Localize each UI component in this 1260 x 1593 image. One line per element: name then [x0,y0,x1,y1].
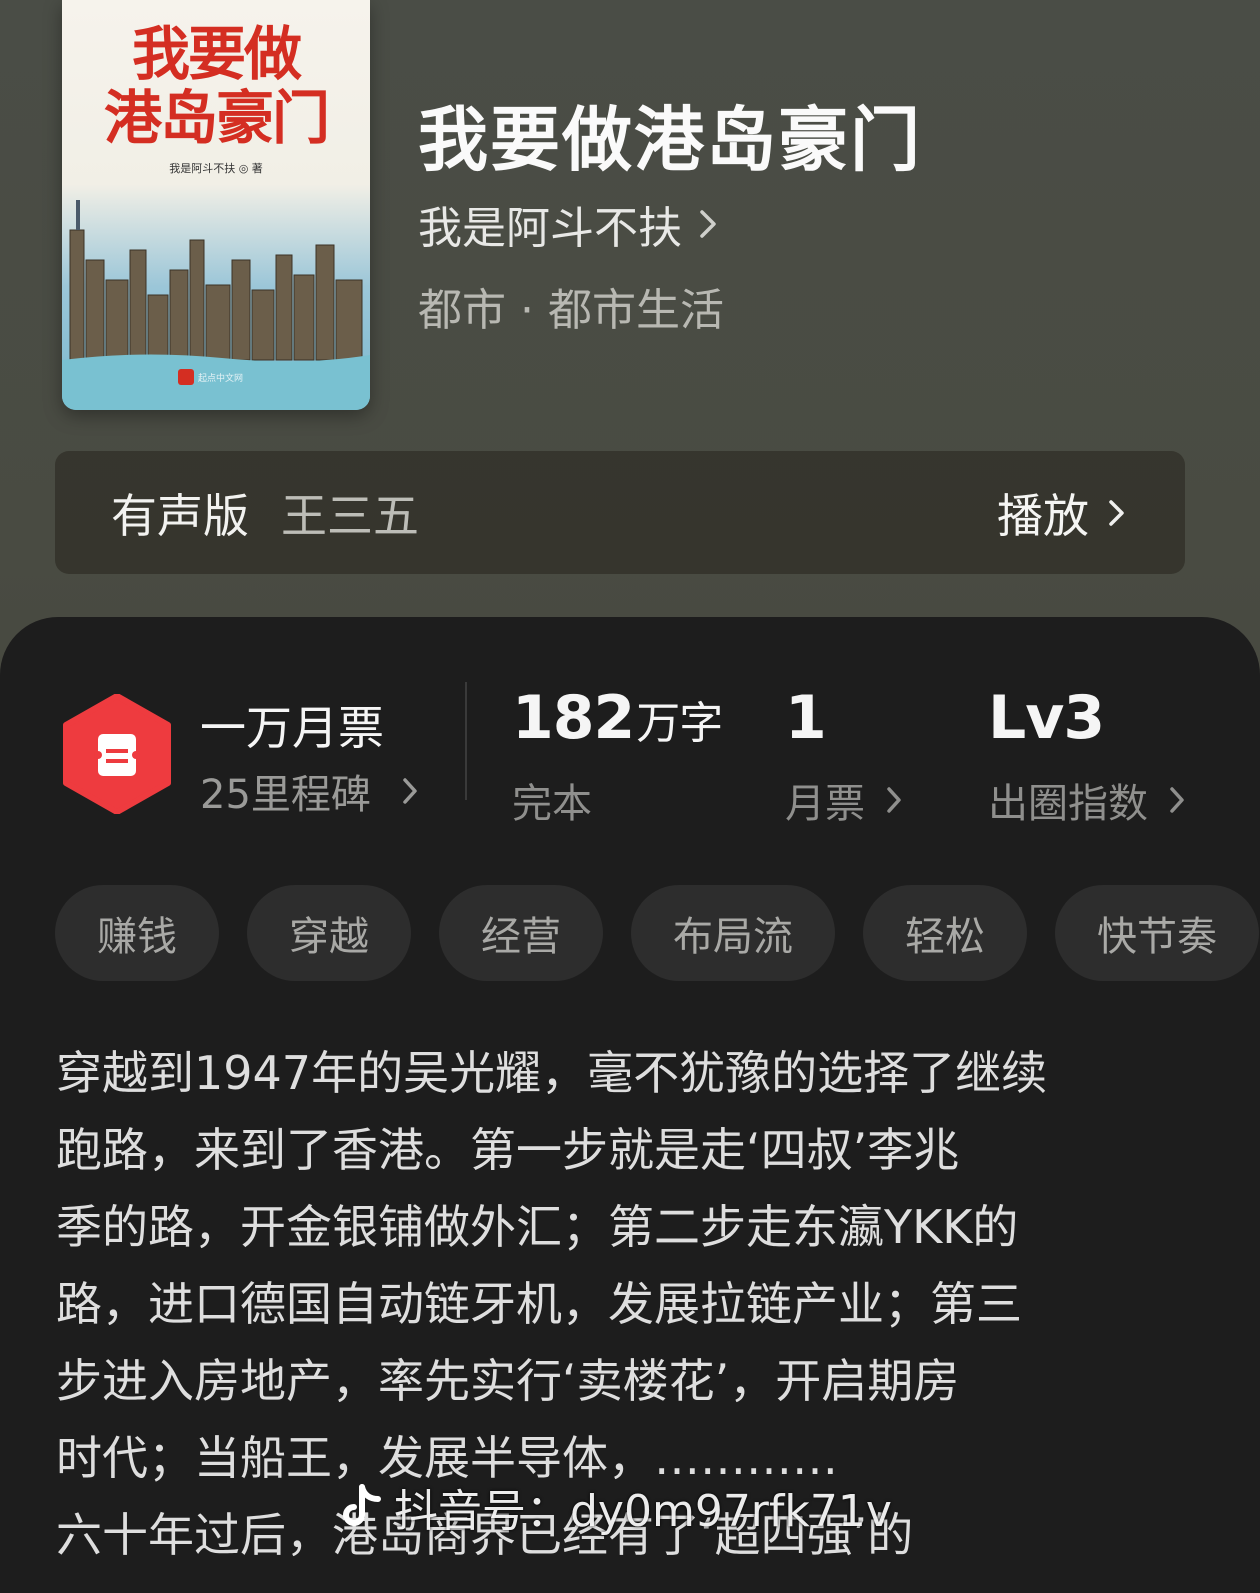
monthly-votes-label: 月票 [785,781,865,827]
chevron-right-icon [700,210,716,238]
publisher-logo: 起点中文网 [178,368,258,386]
chevron-right-icon [403,778,417,804]
synopsis-line: 步进入房地产，率先实行‘卖楼花’，开启期房 [56,1354,960,1408]
stats-divider [465,682,467,800]
play-label: 播放 [997,488,1089,543]
milestone-link[interactable]: 25里程碑 [200,762,421,820]
chevron-right-icon [1170,787,1184,813]
synopsis-line: 季的路，开金银铺做外汇；第二步走东瀛YKK的 [56,1200,1019,1254]
cover-title: 我要做 港岛豪门 [62,22,370,150]
chevron-right-icon [1109,499,1124,526]
popularity-index-label: 出圈指数 [988,781,1148,827]
genre-label[interactable]: 都市 · 都市生活 [418,274,724,338]
tag-chip[interactable]: 穿越 [247,885,411,981]
cover-author: 我是阿斗不扶 ◎ 著 [169,162,263,175]
publisher-badge-icon [178,369,194,385]
synopsis-line: 路，进口德国自动链牙机，发展拉链产业；第三 [56,1277,1022,1331]
watermark-text: 抖音号：dy0m97rfk71v [394,1486,892,1537]
tag-chip[interactable]: 经营 [439,885,603,981]
tag-chip[interactable]: 快节奏 [1055,885,1259,981]
word-count-unit: 万字 [636,698,723,749]
book-cover[interactable]: 我要做 港岛豪门 我是阿斗不扶 ◎ 著 起点中文网 [62,0,370,410]
tag-chip[interactable]: 赚钱 [55,885,219,981]
monthly-votes-stat[interactable]: 1 月票 [785,683,905,829]
monthly-votes-value: 1 [785,683,827,753]
book-detail-panel: 一万月票 25里程碑 182 万字 完本 1 月票 Lv3 出圈指数 赚钱 穿越… [0,617,1260,1593]
word-count-value: 182 [512,683,635,753]
book-title: 我要做港岛豪门 [418,98,922,181]
douyin-logo-icon [343,1484,381,1526]
cover-title-line1: 我要做 [131,20,302,88]
chevron-right-icon [887,787,901,813]
douyin-watermark: 抖音号：dy0m97rfk71v [338,1475,892,1539]
popularity-index-stat[interactable]: Lv3 出圈指数 [988,683,1188,829]
author-name: 我是阿斗不扶 [418,203,682,254]
play-button[interactable]: 播放 [997,480,1129,546]
monthly-ticket-title: 一万月票 [200,701,384,755]
word-count-stat: 182 万字 完本 [512,683,723,829]
audio-version-bar[interactable]: 有声版 王三五 播放 [55,451,1185,574]
audio-narrator: 王三五 [281,488,419,543]
monthly-ticket-icon[interactable] [62,694,172,814]
milestone-label: 25里程碑 [200,772,371,818]
synopsis-line: 穿越到1947年的吴光耀，毫不犹豫的选择了继续 [56,1046,1048,1100]
completion-status: 完本 [512,781,592,827]
audio-label: 有声版 [111,488,249,543]
tag-list: 赚钱 穿越 经营 布局流 轻松 快节奏 [55,885,1259,981]
tag-chip[interactable]: 轻松 [863,885,1027,981]
cover-title-line2: 港岛豪门 [103,84,330,152]
publisher-name: 起点中文网 [198,373,244,384]
synopsis-line: 跑路，来到了香港。第一步就是走‘四叔’李兆 [56,1123,960,1177]
author-link[interactable]: 我是阿斗不扶 [418,192,722,256]
tag-chip[interactable]: 布局流 [631,885,835,981]
popularity-level: Lv3 [988,683,1105,753]
